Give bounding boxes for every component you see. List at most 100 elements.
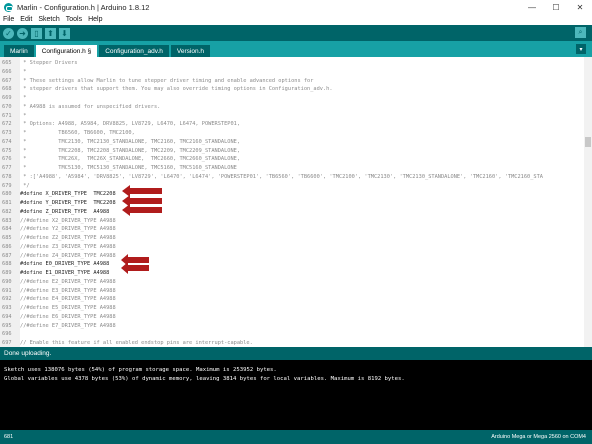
line-number: 669 (2, 95, 12, 101)
scrollbar-thumb[interactable] (585, 137, 591, 147)
line-number: 680 (2, 191, 12, 198)
line-text: //#define E2_DRIVER_TYPE A4988 (20, 278, 116, 285)
line-text: #define Z_DRIVER_TYPE A4988 (20, 208, 110, 215)
line-text: * TMC2130, TMC2130_STANDALONE, TMC2160, … (20, 138, 241, 145)
line-text: //#define E3_DRIVER_TYPE A4988 (20, 287, 116, 294)
line-number: 677 (2, 165, 12, 171)
line-number: 686 (2, 243, 12, 250)
line-number: 666 (2, 68, 12, 75)
menu-bar: File Edit Sketch Tools Help (0, 14, 592, 25)
toolbar: ✓ ➜ ▯ ⬆ ⬇ ⌕ (0, 25, 592, 41)
tab-configuration-h[interactable]: Configuration.h § (35, 45, 98, 57)
code-line: 694 //#define E6_DRIVER_TYPE A4988 (0, 313, 584, 322)
line-number: 695 (2, 322, 12, 329)
save-button[interactable]: ⬇ (59, 27, 70, 39)
code-line: 672 * Options: A4988, A5984, DRV8825, LV… (0, 120, 584, 129)
line-number: 688 (2, 261, 12, 268)
line-text: */ (20, 182, 30, 189)
code-line: 665 * Stepper Drivers (0, 59, 584, 68)
code-line: 677 * TMC5130, TMC5130_STANDALONE, TMC51… (0, 164, 584, 173)
serial-monitor-button[interactable]: ⌕ (575, 27, 586, 38)
code-line: 696 (0, 330, 584, 339)
menu-sketch[interactable]: Sketch (38, 16, 59, 23)
code-line: 679 */ (0, 182, 584, 191)
line-number: 671 (2, 112, 12, 119)
console-line: Sketch uses 138076 bytes (54%) of progra… (4, 367, 277, 373)
line-text: * A4988 is assumed for unspecified drive… (20, 103, 161, 110)
line-text: * TMC2208, TMC2208_STANDALONE, TMC2209, … (20, 147, 241, 154)
line-text: #define E0_DRIVER_TYPE A4988 (20, 261, 110, 268)
menu-file[interactable]: File (3, 16, 14, 23)
arrow-right-icon: ➜ (19, 28, 26, 38)
annotation-arrow-icon (121, 262, 149, 274)
code-line: 666 * (0, 68, 584, 77)
new-sketch-button[interactable]: ▯ (31, 27, 42, 39)
line-number: 693 (2, 305, 12, 311)
console-line: Global variables use 4378 bytes (53%) of… (4, 376, 405, 382)
vertical-scrollbar[interactable] (584, 57, 592, 347)
line-number: 685 (2, 235, 12, 241)
line-number: 696 (2, 331, 12, 338)
line-number: 697 (2, 340, 12, 346)
tab-marlin[interactable]: Marlin (4, 45, 34, 57)
code-line: 697 // Enable this feature if all enabled… (0, 339, 584, 347)
line-text: //#define X2_DRIVER_TYPE A4988 (20, 217, 116, 224)
menu-tools[interactable]: Tools (66, 16, 82, 23)
menu-help[interactable]: Help (88, 16, 102, 23)
line-number: 681 (2, 200, 12, 206)
code-line: 669 * (0, 94, 584, 103)
chevron-down-icon: ▾ (579, 46, 583, 53)
line-text: * Options: A4988, A5984, DRV8825, LV8729… (20, 121, 241, 128)
code-line: 670 * A4988 is assumed for unspecified d… (0, 103, 584, 112)
line-number: 672 (2, 121, 12, 128)
line-number: 665 (2, 60, 12, 66)
code-line: 680 #define X_DRIVER_TYPE TMC2208 (0, 190, 584, 199)
line-text: * These settings allow Marlin to tune st… (20, 77, 314, 84)
tab-version-h[interactable]: Version.h (170, 45, 211, 57)
upload-button[interactable]: ➜ (17, 27, 28, 39)
code-line: 668 * stepper drivers that support them.… (0, 85, 584, 94)
line-text: // Enable this feature if all enabled en… (20, 340, 253, 346)
line-number: 675 (2, 147, 12, 154)
open-button[interactable]: ⬆ (45, 27, 56, 39)
line-text: //#define Z2_DRIVER_TYPE A4988 (20, 235, 116, 241)
code-line: 684 //#define Y2_DRIVER_TYPE A4988 (0, 225, 584, 234)
line-text: //#define E4_DRIVER_TYPE A4988 (20, 296, 116, 303)
menu-edit[interactable]: Edit (20, 16, 32, 23)
line-number: 678 (2, 173, 12, 180)
code-editor[interactable]: 665 * Stepper Drivers 666 * 667 * These se… (0, 57, 592, 347)
line-text: * stepper drivers that support them. You… (20, 86, 333, 93)
line-number: 689 (2, 270, 12, 276)
board-port-info: Arduino Mega or Mega 2560 on COM4 (491, 434, 586, 440)
line-number: 674 (2, 138, 12, 145)
code-line: 681 #define Y_DRIVER_TYPE TMC2208 (0, 199, 584, 208)
line-number: 691 (2, 287, 12, 294)
arduino-logo-icon (4, 2, 13, 12)
code-line: 695 //#define E7_DRIVER_TYPE A4988 (0, 322, 584, 331)
code-line: 688 #define E0_DRIVER_TYPE A4988 (0, 260, 584, 269)
minimize-button[interactable]: — (520, 0, 544, 14)
tab-menu-button[interactable]: ▾ (576, 44, 586, 54)
maximize-button[interactable]: ☐ (544, 0, 568, 14)
line-number: 692 (2, 296, 12, 303)
verify-button[interactable]: ✓ (3, 27, 14, 39)
line-text: * TMC5130, TMC5130_STANDALONE, TMC5160, … (20, 165, 237, 171)
tab-configuration-adv-h[interactable]: Configuration_adv.h (99, 45, 169, 57)
code-line: 683 //#define X2_DRIVER_TYPE A4988 (0, 217, 584, 226)
close-button[interactable]: ✕ (568, 0, 592, 14)
window-title: Marlin - Configuration.h | Arduino 1.8.1… (17, 2, 150, 12)
code-line: 674 * TMC2130, TMC2130_STANDALONE, TMC21… (0, 138, 584, 147)
code-line: 687 //#define Z4_DRIVER_TYPE A4988 (0, 252, 584, 261)
line-number: 694 (2, 313, 12, 320)
code-line: 692 //#define E4_DRIVER_TYPE A4988 (0, 295, 584, 304)
code-line: 675 * TMC2208, TMC2208_STANDALONE, TMC22… (0, 147, 584, 156)
tab-bar: Marlin Configuration.h § Configuration_a… (0, 41, 592, 57)
line-text: * (20, 112, 27, 119)
code-line: 685 //#define Z2_DRIVER_TYPE A4988 (0, 234, 584, 243)
current-line-number: 681 (4, 434, 14, 440)
annotation-arrow-icon (122, 204, 162, 216)
code-line: 671 * (0, 112, 584, 121)
line-number: 668 (2, 86, 12, 93)
line-number: 673 (2, 130, 12, 136)
footer-bar: 681 Arduino Mega or Mega 2560 on COM4 (0, 430, 592, 444)
